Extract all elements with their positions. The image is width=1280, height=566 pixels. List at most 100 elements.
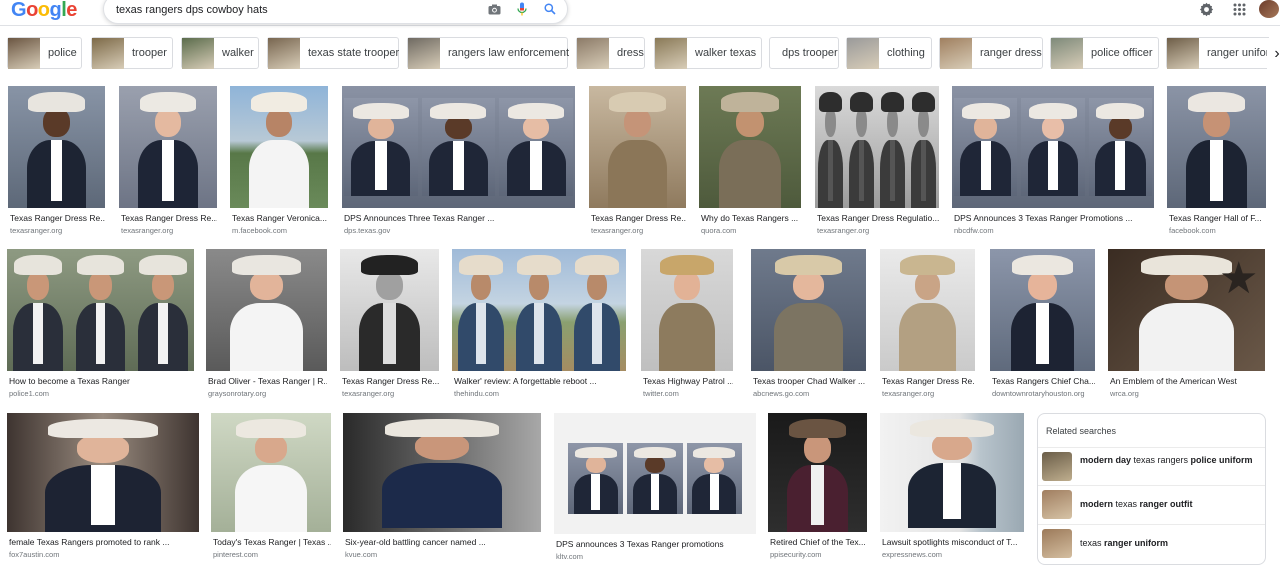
image-result[interactable]: Texas trooper Chad Walker ... abcnews.go.… (751, 249, 866, 403)
result-title[interactable]: Today's Texas Ranger | Texas ... (213, 537, 331, 547)
result-source[interactable]: abcnews.go.com (753, 389, 809, 398)
result-title[interactable]: Texas Ranger Dress Re... (882, 376, 975, 386)
apps-icon[interactable] (1230, 0, 1248, 18)
google-logo[interactable]: Google (11, 0, 77, 22)
image-result[interactable]: ★ An Emblem of the American West wrca.org (1108, 249, 1265, 403)
image-result[interactable]: Texas Ranger Dress Re... texasranger.org (340, 249, 439, 403)
chip-clothing[interactable]: clothing (846, 37, 932, 69)
result-thumbnail[interactable] (119, 86, 217, 208)
result-thumbnail[interactable] (7, 249, 194, 371)
result-thumbnail[interactable] (342, 86, 575, 208)
result-thumbnail[interactable] (589, 86, 686, 208)
result-thumbnail[interactable] (340, 249, 439, 371)
result-thumbnail[interactable] (452, 249, 626, 371)
image-result[interactable]: Texas Ranger Dress Re... texasranger.org (119, 86, 217, 240)
image-result[interactable]: Today's Texas Ranger | Texas ... pinteres… (211, 413, 331, 564)
result-source[interactable]: kltv.com (556, 552, 583, 561)
result-thumbnail[interactable] (7, 413, 199, 532)
result-source[interactable]: police1.com (9, 389, 49, 398)
chevron-right-icon[interactable]: › (1267, 38, 1280, 70)
result-source[interactable]: kvue.com (345, 550, 377, 559)
result-title[interactable]: Texas Ranger Hall of F... (1169, 213, 1266, 223)
result-thumbnail[interactable] (1167, 86, 1266, 208)
result-title[interactable]: Retired Chief of the Tex... (770, 537, 867, 547)
result-thumbnail[interactable] (8, 86, 105, 208)
image-result[interactable]: Texas Ranger Dress Regulatio... texasrang… (815, 86, 939, 240)
result-title[interactable]: Texas Ranger Dress Re... (10, 213, 105, 223)
image-result[interactable]: DPS announces 3 Texas Ranger promotions k… (554, 413, 756, 566)
result-thumbnail[interactable] (952, 86, 1154, 208)
chip-walker-texas[interactable]: walker texas (654, 37, 762, 69)
result-source[interactable]: texasranger.org (817, 226, 869, 235)
chip-rangers-law-enforcement[interactable]: rangers law enforcement (407, 37, 569, 69)
gear-icon[interactable] (1197, 0, 1215, 18)
image-result[interactable]: Walker' review: A forgettable reboot ...… (452, 249, 626, 403)
result-thumbnail[interactable] (699, 86, 801, 208)
chip-texas-state-trooper[interactable]: texas state trooper (267, 37, 399, 69)
chip-walker[interactable]: walker (181, 37, 259, 69)
image-result[interactable]: DPS Announces Three Texas Ranger ... dps.… (342, 86, 575, 240)
result-source[interactable]: nbcdfw.com (954, 226, 994, 235)
image-result[interactable]: Six-year-old battling cancer named ... kv… (343, 413, 541, 564)
result-thumbnail[interactable]: ★ (1108, 249, 1265, 371)
image-result[interactable]: Lawsuit spotlights misconduct of T... exp… (880, 413, 1024, 564)
image-result[interactable]: Texas Ranger Dress Re... texasranger.org (8, 86, 105, 240)
image-result[interactable]: How to become a Texas Ranger police1.com (7, 249, 194, 403)
result-title[interactable]: Texas Highway Patrol ... (643, 376, 733, 386)
image-result[interactable]: Texas Highway Patrol ... twitter.com (641, 249, 733, 403)
result-source[interactable]: dps.texas.gov (344, 226, 390, 235)
result-source[interactable]: twitter.com (643, 389, 679, 398)
result-thumbnail[interactable] (768, 413, 867, 532)
result-source[interactable]: texasranger.org (882, 389, 934, 398)
result-source[interactable]: ppisecurity.com (770, 550, 822, 559)
related-search-item[interactable]: modern day texas rangers police uniform (1038, 447, 1265, 485)
result-title[interactable]: Why do Texas Rangers ... (701, 213, 801, 223)
image-result[interactable]: DPS Announces 3 Texas Ranger Promotions … (952, 86, 1154, 240)
result-title[interactable]: DPS Announces 3 Texas Ranger Promotions … (954, 213, 1154, 223)
result-thumbnail[interactable] (211, 413, 331, 532)
result-source[interactable]: texasranger.org (10, 226, 62, 235)
result-thumbnail[interactable] (751, 249, 866, 371)
result-title[interactable]: Texas Ranger Dress Re... (342, 376, 439, 386)
avatar[interactable] (1259, 0, 1279, 18)
result-thumbnail[interactable] (815, 86, 939, 208)
result-source[interactable]: fox7austin.com (9, 550, 59, 559)
result-source[interactable]: graysonrotary.org (208, 389, 266, 398)
chip-police-officer[interactable]: police officer (1050, 37, 1159, 69)
result-title[interactable]: Texas Rangers Chief Cha... (992, 376, 1095, 386)
image-result[interactable]: Texas Ranger Dress Re... texasranger.org (880, 249, 975, 403)
image-result[interactable]: Texas Ranger Hall of F... facebook.com (1167, 86, 1266, 240)
image-result[interactable]: Texas Rangers Chief Cha... downtownrotary… (990, 249, 1095, 403)
result-source[interactable]: downtownrotaryhouston.org (992, 389, 1085, 398)
result-source[interactable]: texasranger.org (121, 226, 173, 235)
result-title[interactable]: Lawsuit spotlights misconduct of T... (882, 537, 1024, 547)
result-title[interactable]: Walker' review: A forgettable reboot ... (454, 376, 626, 386)
related-search-item[interactable]: modern texas ranger outfit (1038, 485, 1265, 523)
result-title[interactable]: Texas Ranger Dress Re... (591, 213, 686, 223)
chip-trooper[interactable]: trooper (91, 37, 173, 69)
result-thumbnail[interactable] (554, 413, 756, 534)
result-source[interactable]: texasranger.org (342, 389, 394, 398)
image-result[interactable]: Texas Ranger Veronica... m.facebook.com (230, 86, 328, 240)
related-search-item[interactable]: texas ranger uniform (1038, 524, 1265, 562)
result-source[interactable]: m.facebook.com (232, 226, 287, 235)
result-title[interactable]: Six-year-old battling cancer named ... (345, 537, 541, 547)
result-title[interactable]: Texas Ranger Veronica... (232, 213, 328, 223)
result-source[interactable]: facebook.com (1169, 226, 1216, 235)
result-title[interactable]: DPS Announces Three Texas Ranger ... (344, 213, 575, 223)
result-thumbnail[interactable] (880, 249, 975, 371)
chip-dress[interactable]: dress (576, 37, 645, 69)
result-source[interactable]: quora.com (701, 226, 736, 235)
image-result[interactable]: Texas Ranger Dress Re... texasranger.org (589, 86, 686, 240)
camera-icon[interactable] (486, 1, 502, 17)
result-title[interactable]: Brad Oliver - Texas Ranger | R... (208, 376, 327, 386)
chip-ranger-uniform[interactable]: ranger uniform (1166, 37, 1269, 69)
result-title[interactable]: Texas Ranger Dress Re... (121, 213, 217, 223)
result-source[interactable]: wrca.org (1110, 389, 1139, 398)
result-title[interactable]: An Emblem of the American West (1110, 376, 1265, 386)
chip-dps-trooper[interactable]: dps trooper (769, 37, 839, 69)
search-box[interactable] (103, 0, 568, 24)
image-result[interactable]: female Texas Rangers promoted to rank ..… (7, 413, 199, 564)
result-title[interactable]: DPS announces 3 Texas Ranger promotions (556, 539, 756, 549)
result-source[interactable]: thehindu.com (454, 389, 499, 398)
